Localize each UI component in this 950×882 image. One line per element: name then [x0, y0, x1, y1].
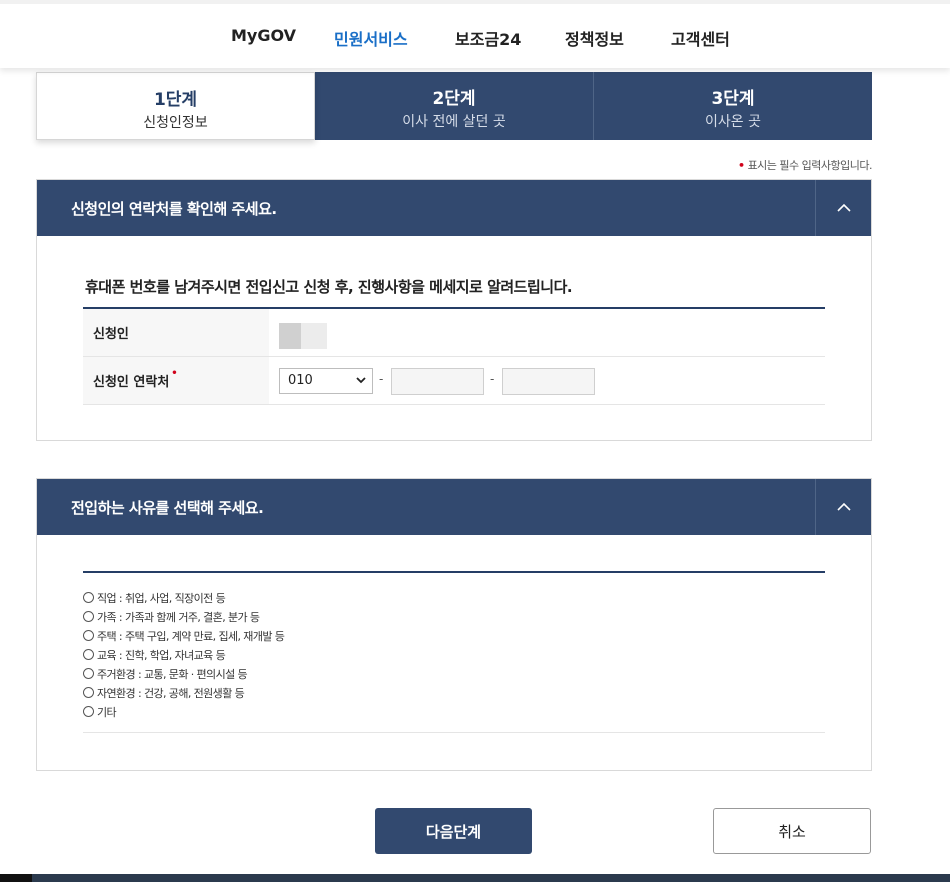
reason-option-other[interactable]: 기타: [83, 702, 284, 721]
reason-option-label: 직업 : 취업, 사업, 직장이전 등: [97, 591, 226, 605]
reason-option-natural-env[interactable]: 자연환경 : 건강, 공해, 전원생활 등: [83, 683, 284, 702]
footer-bar-left: [0, 874, 32, 882]
footer-bar: [0, 874, 950, 882]
contact-lead-text: 휴대폰 번호를 남겨주시면 전입신고 신청 후, 진행사항을 메세지로 알려드립…: [85, 278, 573, 296]
phone-row: 신청인 연락처 • 010 - -: [83, 357, 825, 405]
required-dot-icon: •: [171, 368, 178, 379]
reason-option-job[interactable]: 직업 : 취업, 사업, 직장이전 등: [83, 588, 284, 607]
step-1-tab: 1단계 신청인정보: [36, 72, 315, 140]
reason-option-label: 주택 : 주택 구입, 계약 만료, 집세, 재개발 등: [97, 629, 285, 643]
radio-icon[interactable]: [83, 687, 94, 698]
radio-icon[interactable]: [83, 592, 94, 603]
reason-option-living-env[interactable]: 주거환경 : 교통, 문화 · 편의시설 등: [83, 664, 284, 683]
reason-section: 전입하는 사유를 선택해 주세요. 직업 : 취업, 사업, 직장이전 등 가족…: [36, 478, 872, 771]
reason-option-education[interactable]: 교육 : 진학, 학업, 자녀교육 등: [83, 645, 284, 664]
phone-prefix-value: 010: [288, 373, 313, 388]
nav-policy-info[interactable]: 정책정보: [565, 26, 624, 50]
reason-section-title: 전입하는 사유를 선택해 주세요.: [71, 499, 264, 517]
contact-section-header: 신청인의 연락처를 확인해 주세요.: [37, 180, 871, 236]
table-top-line: [83, 571, 825, 573]
phone-last-input[interactable]: [502, 368, 595, 395]
step-2-number: 2단계: [432, 89, 476, 109]
reason-option-housing[interactable]: 주택 : 주택 구입, 계약 만료, 집세, 재개발 등: [83, 626, 285, 645]
phone-dash: -: [490, 372, 495, 386]
reason-option-label: 자연환경 : 건강, 공해, 전원생활 등: [97, 686, 245, 700]
top-navigation: MyGOV 민원서비스 보조금24 정책정보 고객센터: [0, 0, 950, 68]
radio-icon[interactable]: [83, 630, 94, 641]
required-note-text: 표시는 필수 입력사항입니다.: [747, 159, 873, 172]
radio-icon[interactable]: [83, 611, 94, 622]
step-indicator: 1단계 신청인정보 2단계 이사 전에 살던 곳 3단계 이사온 곳: [36, 72, 872, 140]
step-3-number: 3단계: [711, 89, 755, 109]
step-2-label: 이사 전에 살던 곳: [402, 114, 506, 130]
nav-civil-service[interactable]: 민원서비스: [334, 26, 408, 50]
next-step-button[interactable]: 다음단계: [375, 808, 532, 854]
chevron-up-icon: [836, 203, 851, 212]
table-bottom-line: [83, 732, 825, 733]
reason-option-label: 가족 : 가족과 함께 거주, 결혼, 분가 등: [97, 610, 260, 624]
chevron-down-icon: [356, 377, 366, 384]
phone-dash: -: [379, 372, 384, 386]
chevron-up-icon: [836, 502, 851, 511]
reason-section-header: 전입하는 사유를 선택해 주세요.: [37, 479, 871, 535]
required-dot-icon: •: [738, 159, 745, 172]
phone-prefix-select[interactable]: 010: [279, 368, 373, 394]
radio-icon[interactable]: [83, 706, 94, 717]
contact-section-title: 신청인의 연락처를 확인해 주세요.: [71, 200, 277, 218]
required-note: • 표시는 필수 입력사항입니다.: [738, 157, 872, 173]
nav-mygov[interactable]: MyGOV: [231, 26, 296, 45]
contact-section: 신청인의 연락처를 확인해 주세요. 휴대폰 번호를 남겨주시면 전입신고 신청…: [36, 179, 872, 441]
step-1-number: 1단계: [153, 90, 198, 110]
reason-options: 직업 : 취업, 사업, 직장이전 등 가족 : 가족과 함께 거주, 결혼, …: [83, 588, 285, 721]
applicant-row: 신청인: [83, 309, 825, 357]
radio-icon[interactable]: [83, 668, 94, 679]
applicant-label: 신청인: [83, 309, 269, 356]
reason-option-family[interactable]: 가족 : 가족과 함께 거주, 결혼, 분가 등: [83, 607, 284, 626]
collapse-button[interactable]: [815, 479, 871, 535]
step-3-tab: 3단계 이사온 곳: [594, 72, 872, 140]
nav-customer-center[interactable]: 고객센터: [671, 26, 730, 50]
nav-subsidy24[interactable]: 보조금24: [455, 26, 521, 50]
phone-label-cell: 신청인 연락처 •: [83, 357, 269, 404]
radio-icon[interactable]: [83, 649, 94, 660]
reason-option-label: 기타: [97, 705, 117, 719]
step-3-label: 이사온 곳: [705, 114, 761, 130]
collapse-button[interactable]: [815, 180, 871, 236]
reason-option-label: 교육 : 진학, 학업, 자녀교육 등: [97, 648, 226, 662]
reason-option-label: 주거환경 : 교통, 문화 · 편의시설 등: [97, 667, 248, 681]
step-1-label: 신청인정보: [143, 115, 208, 131]
phone-middle-input[interactable]: [391, 368, 484, 395]
cancel-button[interactable]: 취소: [713, 808, 871, 854]
step-2-tab: 2단계 이사 전에 살던 곳: [315, 72, 593, 140]
phone-label: 신청인 연락처: [93, 375, 170, 390]
applicant-name-masked: [279, 323, 327, 349]
